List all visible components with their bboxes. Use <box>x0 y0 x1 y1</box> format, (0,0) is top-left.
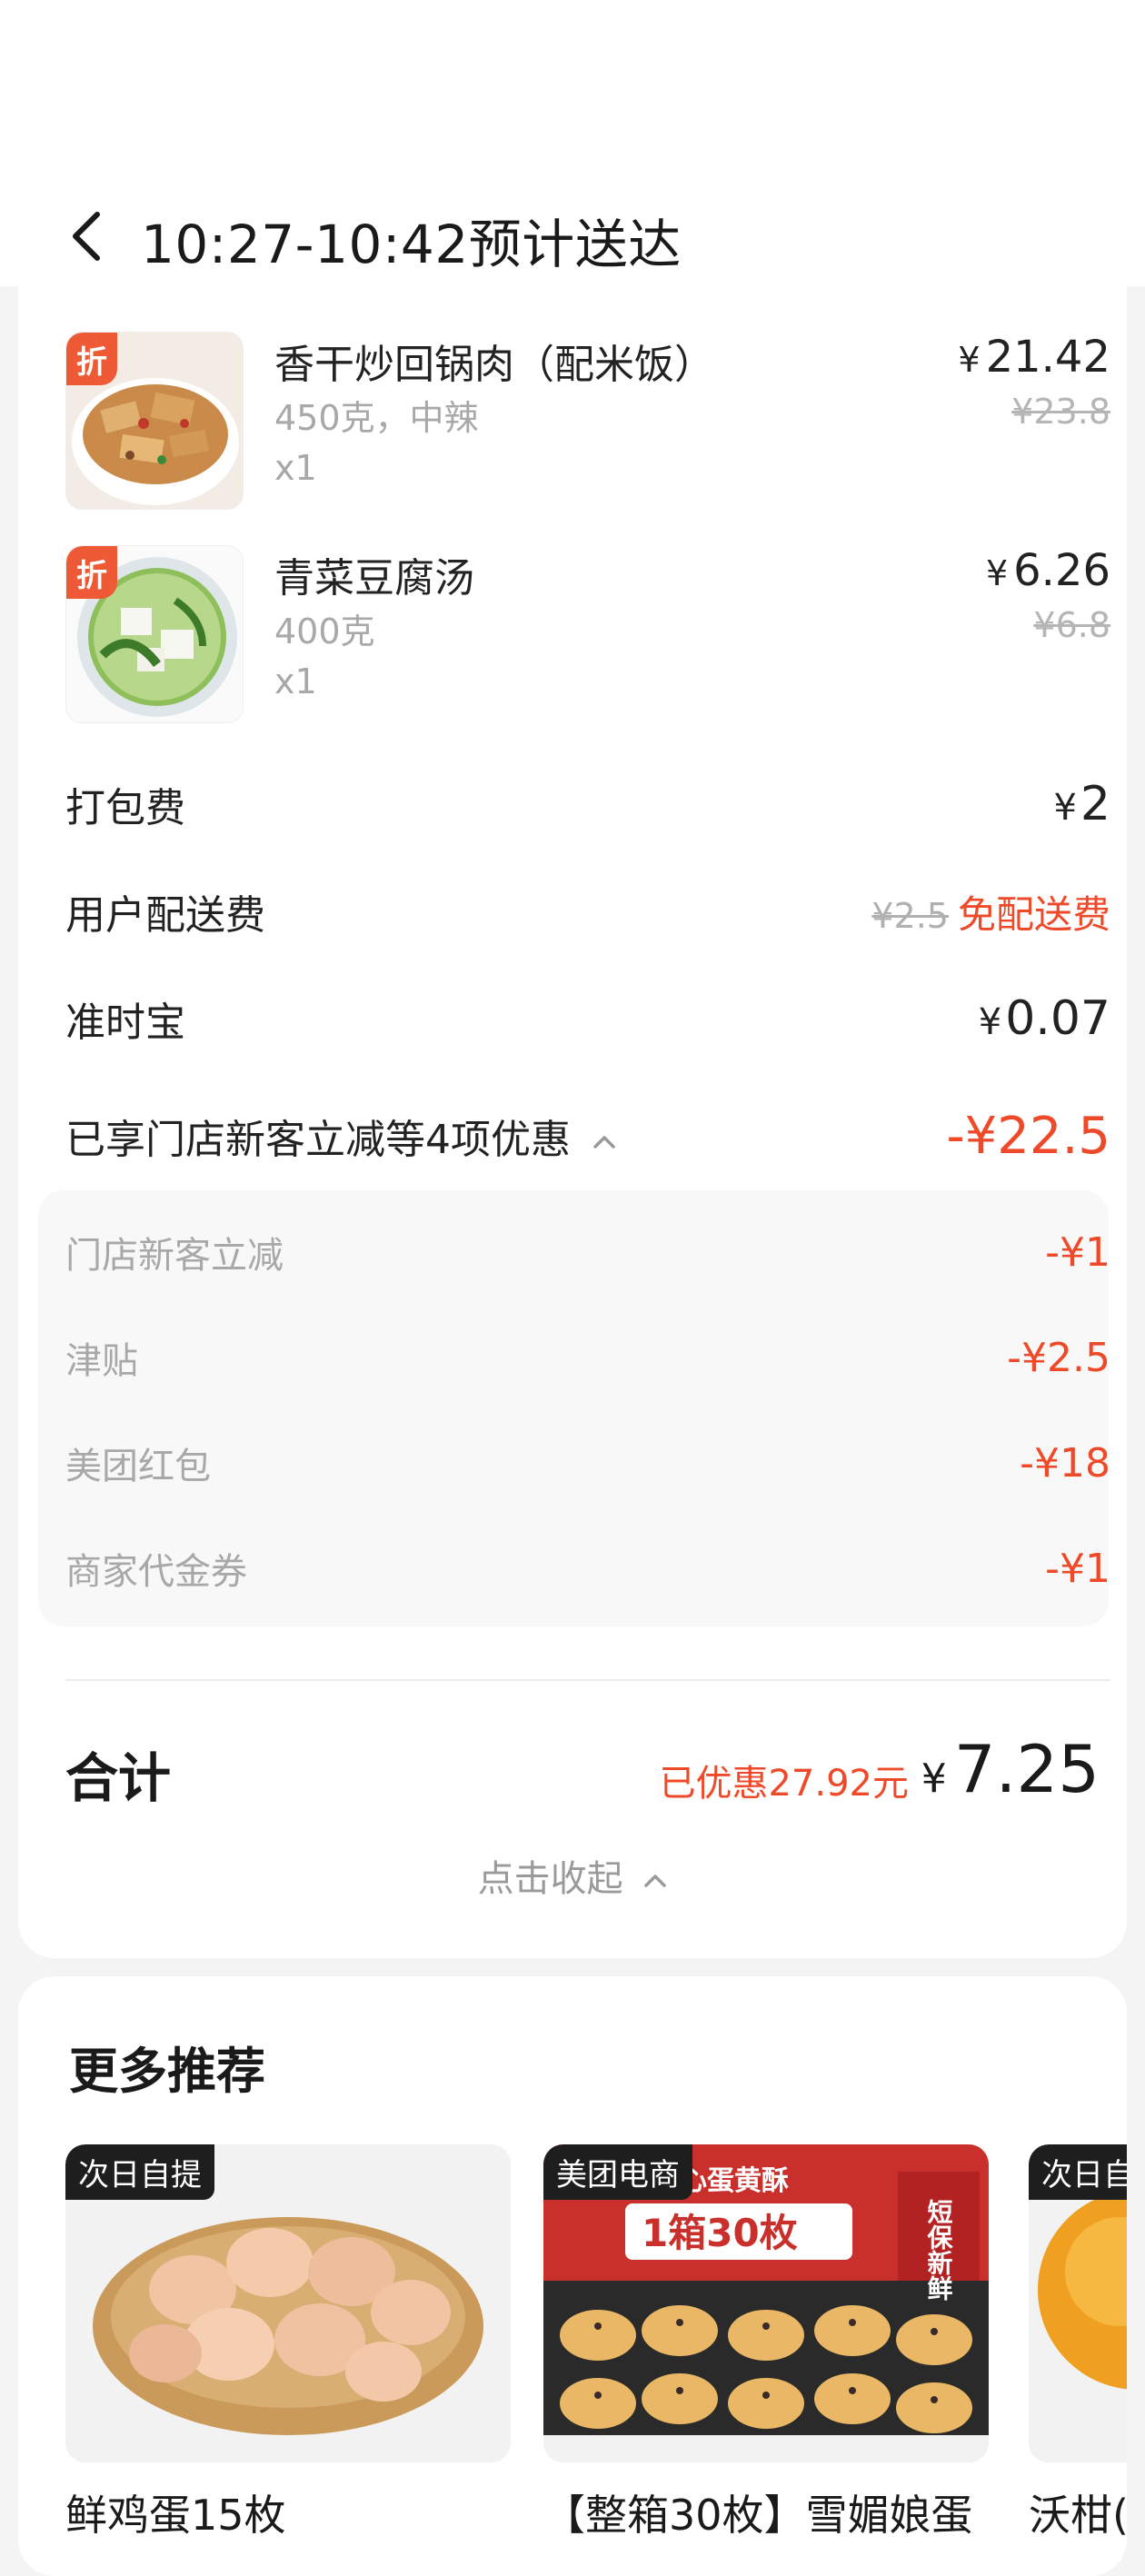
delivery-fee-row: 用户配送费 ¥2.5 免配送费 <box>65 880 1110 943</box>
box-text-3: 短保新鲜 <box>924 2199 954 2301</box>
item-quantity: x1 <box>274 661 317 701</box>
item-price: ¥21.42 <box>958 332 1110 383</box>
item-price: ¥6.26 <box>985 545 1110 596</box>
item-name: 香干炒回锅肉（配米饭） <box>274 342 714 388</box>
ontime-guarantee-label: 准时宝 <box>65 1000 185 1046</box>
item-name: 青菜豆腐汤 <box>274 555 474 602</box>
recommend-card: 更多推荐 次日自提 鲜鸡蛋15枚 美团电商 1箱30枚 短保新鲜 【整箱30枚】… <box>18 1976 1127 2576</box>
discount-item-value: -¥18 <box>1020 1439 1110 1487</box>
discount-item: 商家代金券 -¥1 <box>65 1541 1110 1596</box>
chevron-up-icon <box>593 1136 615 1149</box>
back-button[interactable] <box>55 204 118 268</box>
order-item[interactable]: 折 香干炒回锅肉（配米饭） 450克，中辣 x1 ¥21.42 ¥23.8 <box>65 332 1110 513</box>
packing-fee-label: 打包费 <box>65 785 185 831</box>
discount-item: 美团红包 -¥18 <box>65 1436 1110 1490</box>
recommend-item-image: 次日自提 <box>65 2144 511 2462</box>
recommend-item-image: 美团电商 1箱30枚 短保新鲜 <box>543 2144 989 2462</box>
total-label: 合计 <box>65 1747 172 1809</box>
delivery-fee-original: ¥2.5 <box>871 895 949 936</box>
order-item[interactable]: 折 青菜豆腐汤 400克 x1 ¥6.26 ¥6.8 <box>65 545 1110 727</box>
collapse-button[interactable]: 点击收起 <box>18 1849 1127 1902</box>
packing-fee-value: ¥2 <box>1053 777 1110 831</box>
recommend-item-name: 鲜鸡蛋15枚 <box>65 2491 286 2540</box>
item-original-price: ¥6.8 <box>1033 605 1110 645</box>
item-original-price: ¥23.8 <box>1011 392 1110 432</box>
recommend-item-name: 沃柑( <box>1029 2491 1127 2540</box>
status-bar-area <box>0 0 1145 182</box>
total-saved: 已优惠27.92元 <box>659 1763 909 1805</box>
delivery-fee-label: 用户配送费 <box>65 892 265 939</box>
recommend-title: 更多推荐 <box>69 2043 265 2100</box>
collapse-label: 点击收起 <box>477 1858 623 1900</box>
item-spec: 450克，中辣 <box>274 398 479 438</box>
recommend-item[interactable]: 次日自提 鲜鸡蛋15枚 <box>65 2144 511 2542</box>
discount-item-value: -¥2.5 <box>1007 1334 1110 1381</box>
chevron-up-icon <box>644 1875 667 1887</box>
order-summary-card: 折 香干炒回锅肉（配米饭） 450克，中辣 x1 ¥21.42 ¥23.8 折 … <box>18 273 1127 1958</box>
discount-badge: 折 <box>66 333 117 385</box>
delivery-fee-free: 免配送费 <box>957 891 1110 937</box>
item-spec: 400克 <box>274 612 375 651</box>
header: 10:27-10:42预计送达 <box>0 182 1145 286</box>
discount-summary-row[interactable]: 已享门店新客立减等4项优惠 -¥22.5 <box>65 1104 1110 1168</box>
discount-badge: 折 <box>66 546 117 599</box>
recommend-tag: 次日自提 <box>65 2144 214 2200</box>
discount-item-label: 津贴 <box>65 1340 138 1382</box>
discount-item-value: -¥1 <box>1045 1545 1110 1592</box>
recommend-item[interactable]: 美团电商 1箱30枚 短保新鲜 【整箱30枚】雪媚娘蛋 <box>543 2144 989 2542</box>
recommend-tag: 美团电商 <box>543 2144 692 2200</box>
box-text-2: 1箱30枚 <box>642 2211 798 2255</box>
discount-item: 门店新客立减 -¥1 <box>65 1225 1110 1279</box>
delivery-fee-value: ¥2.5 免配送费 <box>871 884 1110 940</box>
divider <box>65 1679 1110 1681</box>
total-amount: ¥7.25 <box>921 1731 1100 1807</box>
discount-item-label: 美团红包 <box>65 1446 211 1487</box>
recommend-tag: 次日自提 <box>1029 2144 1127 2200</box>
recommend-item-name: 【整箱30枚】雪媚娘蛋 <box>543 2491 973 2540</box>
item-image: 折 <box>65 545 244 723</box>
back-arrow-icon <box>73 212 100 261</box>
discount-item-label: 商家代金券 <box>65 1551 247 1593</box>
discount-summary-value: -¥22.5 <box>946 1106 1110 1166</box>
packing-fee-row: 打包费 ¥2 <box>65 772 1110 836</box>
page-title: 10:27-10:42预计送达 <box>141 214 682 275</box>
discount-item-value: -¥1 <box>1045 1228 1110 1276</box>
recommend-item[interactable]: 次日自提 沃柑( <box>1029 2144 1127 2542</box>
discount-summary-label: 已享门店新客立减等4项优惠 <box>65 1107 616 1165</box>
item-quantity: x1 <box>274 448 317 488</box>
item-image: 折 <box>65 332 244 510</box>
discount-item-label: 门店新客立减 <box>65 1235 284 1277</box>
discount-item: 津贴 -¥2.5 <box>65 1330 1110 1385</box>
recommend-item-image: 次日自提 <box>1029 2144 1127 2462</box>
ontime-guarantee-value: ¥0.07 <box>978 991 1110 1046</box>
ontime-guarantee-row: 准时宝 ¥0.07 <box>65 987 1110 1050</box>
